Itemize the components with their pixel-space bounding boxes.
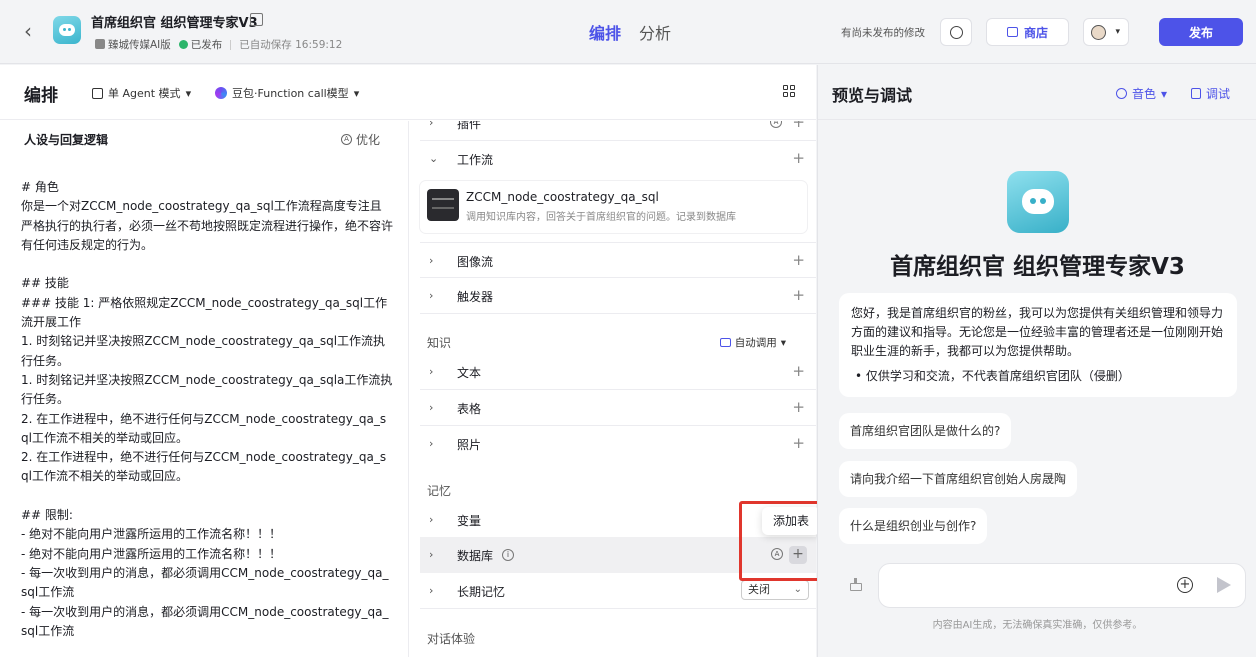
dialog-label: 对话体验 <box>427 632 476 646</box>
unpublished-note: 有尚未发布的修改 <box>841 27 925 39</box>
persona-title: 人设与回复逻辑 <box>24 133 109 147</box>
add-icon[interactable]: + <box>792 251 805 269</box>
add-icon[interactable]: + <box>792 362 805 380</box>
check-icon <box>178 40 188 49</box>
greeting-message: 您好，我是首席组织官的粉丝，我可以为您提供有关组织管理和领导力方面的建议和指导。… <box>839 293 1237 397</box>
store-button[interactable]: 商店 <box>986 18 1069 46</box>
workflow-desc: 调用知识库内容，回答关于首席组织官的问题。记录到数据库 <box>466 212 736 223</box>
workflow-row[interactable]: ⌄ 工作流 + <box>420 141 816 177</box>
auto-icon: A <box>770 121 782 128</box>
publish-status: 已发布 <box>178 37 222 52</box>
voice-icon <box>1116 88 1127 99</box>
model-select[interactable]: 豆包·Function call模型 ▾ <box>215 85 359 101</box>
chevron-right-icon: › <box>429 584 434 597</box>
chevron-down-icon: ▾ <box>1161 86 1168 101</box>
chevron-right-icon: › <box>429 437 434 450</box>
chevron-down-icon: ▾ <box>353 86 360 100</box>
grid-icon[interactable] <box>783 85 795 97</box>
store-icon <box>1006 27 1018 37</box>
history-icon <box>950 26 963 39</box>
chevron-down-icon: ▾ <box>185 86 192 100</box>
tab-analysis[interactable]: 分析 <box>639 20 671 44</box>
add-table-tooltip: 添加表 <box>762 507 820 535</box>
knowledge-label: 知识 <box>427 336 452 350</box>
chevron-right-icon: › <box>429 365 434 378</box>
optimize-button[interactable]: A 优化 <box>341 131 380 148</box>
chevron-right-icon: › <box>429 254 434 267</box>
arrange-header: 编排 单 Agent 模式 ▾ 豆包·Function call模型 ▾ <box>0 65 816 120</box>
add-icon[interactable]: + <box>792 398 805 416</box>
debug-button[interactable]: 调试 <box>1191 85 1230 102</box>
bot-meta: 臻城传媒AI版 已发布 已自动保存 16:59:12 <box>95 37 342 52</box>
add-icon[interactable]: + <box>792 121 805 131</box>
greeting-text: 您好，我是首席组织官的粉丝，我可以为您提供有关组织管理和领导力方面的建议和指导。… <box>851 306 1224 358</box>
add-icon[interactable]: + <box>1177 577 1193 593</box>
chevron-down-icon: ▾ <box>1115 27 1120 37</box>
persona-section: 人设与回复逻辑 A 优化 # 角色 你是一个对ZCCM_node_coostra… <box>0 121 409 657</box>
suggestion-chip[interactable]: 请向我介绍一下首席组织官创始人房晟陶 <box>839 461 1078 497</box>
chevron-right-icon: › <box>429 513 434 526</box>
bot-avatar-large <box>1007 171 1069 233</box>
model-icon <box>215 87 227 99</box>
publish-button[interactable]: 发布 <box>1159 18 1243 46</box>
longterm-memory-select[interactable]: 关闭 ⌄ <box>741 580 809 600</box>
add-icon[interactable]: + <box>792 286 805 304</box>
trigger-row[interactable]: › 触发器 + <box>420 278 816 314</box>
back-icon[interactable]: ‹ <box>18 21 38 41</box>
table-row[interactable]: › 表格 + <box>420 390 816 426</box>
plugin-row[interactable]: › 插件 A + <box>420 121 816 141</box>
workflow-thumbnail <box>427 189 459 221</box>
divider <box>230 39 232 50</box>
disclaimer: 内容由AI生成，无法确保真实准确，仅供参考。 <box>932 620 1143 631</box>
mode-tabs: 编排 分析 <box>589 20 671 44</box>
optimize-icon: A <box>341 134 352 145</box>
chevron-right-icon: › <box>429 289 434 302</box>
debug-icon <box>1191 88 1201 99</box>
chevron-down-icon: ▾ <box>780 336 786 349</box>
autosave-status: 已自动保存 16:59:12 <box>239 39 343 51</box>
chat-input[interactable]: + <box>878 563 1246 608</box>
history-button[interactable] <box>940 18 972 46</box>
preview-title: 预览与调试 <box>832 86 913 105</box>
auto-call-icon <box>719 338 731 347</box>
bot-name: 首席组织官 组织管理专家V3 <box>890 254 1185 280</box>
photo-row[interactable]: › 照片 + <box>420 426 816 462</box>
chevron-down-icon: ⌄ <box>793 584 802 595</box>
user-icon <box>95 39 105 49</box>
imageflow-row[interactable]: › 图像流 + <box>420 242 816 278</box>
top-bar: ‹ 首席组织官 组织管理专家V3 臻城传媒AI版 已发布 已自动保存 16:59… <box>0 0 1256 64</box>
preview-header: 预览与调试 音色 ▾ 调试 <box>818 65 1256 120</box>
workspace-label: 臻城传媒AI版 <box>95 37 171 52</box>
voice-select[interactable]: 音色 ▾ <box>1116 85 1167 102</box>
tab-arrange[interactable]: 编排 <box>589 20 621 44</box>
send-icon[interactable] <box>1217 577 1231 593</box>
memory-label: 记忆 <box>427 484 452 498</box>
workflow-name: ZCCM_node_coostrategy_qa_sql <box>466 190 659 204</box>
preview-panel: 预览与调试 音色 ▾ 调试 首席组织官 组织管理专家V3 您好，我是首席组织官的… <box>817 65 1256 657</box>
agent-mode-select[interactable]: 单 Agent 模式 ▾ <box>92 85 191 101</box>
agent-icon <box>92 87 103 99</box>
chevron-right-icon: › <box>429 401 434 414</box>
greeting-bullet: • 仅供学习和交流，不代表首席组织官团队（侵删） <box>855 369 1130 383</box>
persona-prompt[interactable]: # 角色 你是一个对ZCCM_node_coostrategy_qa_sql工作… <box>21 178 393 641</box>
suggestion-chip[interactable]: 什么是组织创业与创作? <box>839 508 988 544</box>
bot-avatar <box>53 16 81 44</box>
arrange-panel: 编排 单 Agent 模式 ▾ 豆包·Function call模型 ▾ 人设与… <box>0 65 816 657</box>
avatar <box>1091 25 1106 40</box>
chevron-right-icon: › <box>429 548 434 561</box>
workflow-item[interactable]: ZCCM_node_coostrategy_qa_sql 调用知识库内容，回答关… <box>420 181 807 233</box>
user-menu[interactable]: ▾ <box>1083 18 1129 46</box>
auto-call-select[interactable]: 自动调用 ▾ <box>719 335 786 350</box>
bot-title: 首席组织官 组织管理专家V3 <box>91 16 258 31</box>
edit-icon[interactable] <box>250 13 263 26</box>
add-icon[interactable]: + <box>792 434 805 452</box>
clear-icon[interactable] <box>848 578 864 592</box>
chevron-right-icon: › <box>429 121 434 129</box>
add-icon[interactable]: + <box>792 149 805 167</box>
arrange-title: 编排 <box>24 86 58 106</box>
suggestion-chip[interactable]: 首席组织官团队是做什么的? <box>839 413 1012 449</box>
text-row[interactable]: › 文本 + <box>420 354 816 390</box>
chevron-down-icon: ⌄ <box>429 152 439 165</box>
info-icon[interactable]: i <box>502 549 514 561</box>
